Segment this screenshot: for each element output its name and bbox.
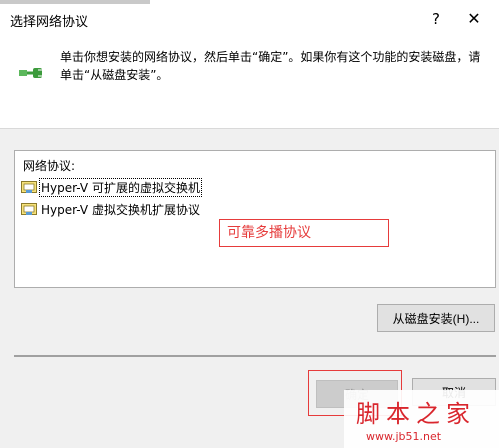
help-button[interactable]: ? [425, 8, 447, 30]
instructions-text: 单击你想安装的网络协议，然后单击“确定”。如果你有这个功能的安装磁盘，请单击“从… [60, 50, 481, 82]
select-network-protocol-dialog: 选择网络协议 ? ✕ 单击你想安装的网络协议，然后单击“确定”。如果你有这个功能… [0, 0, 499, 448]
network-plug-icon [19, 68, 42, 78]
watermark: 脚本之家 www.jb51.net [344, 390, 499, 448]
watermark-title: 脚本之家 [356, 400, 476, 428]
list-item-label: Hyper-V 可扩展的虚拟交换机 [39, 177, 202, 197]
list-item-label: Hyper-V 虚拟交换机扩展协议 [41, 202, 200, 217]
list-item[interactable]: Hyper-V 可扩展的虚拟交换机 [21, 177, 202, 197]
protocol-icon [21, 203, 37, 215]
list-item[interactable]: Hyper-V 虚拟交换机扩展协议 [21, 199, 201, 219]
separator [14, 355, 496, 357]
watermark-url: www.jb51.net [366, 430, 442, 443]
protocol-list-heading: 网络协议: [23, 159, 76, 173]
title-bar[interactable]: 选择网络协议 ? ✕ [0, 4, 499, 34]
have-disk-button[interactable]: 从磁盘安装(H)... [377, 304, 495, 332]
close-button[interactable]: ✕ [463, 8, 485, 30]
annotation-callout: 可靠多播协议 [219, 219, 389, 247]
dialog-title: 选择网络协议 [10, 15, 89, 30]
protocol-icon [21, 181, 37, 193]
